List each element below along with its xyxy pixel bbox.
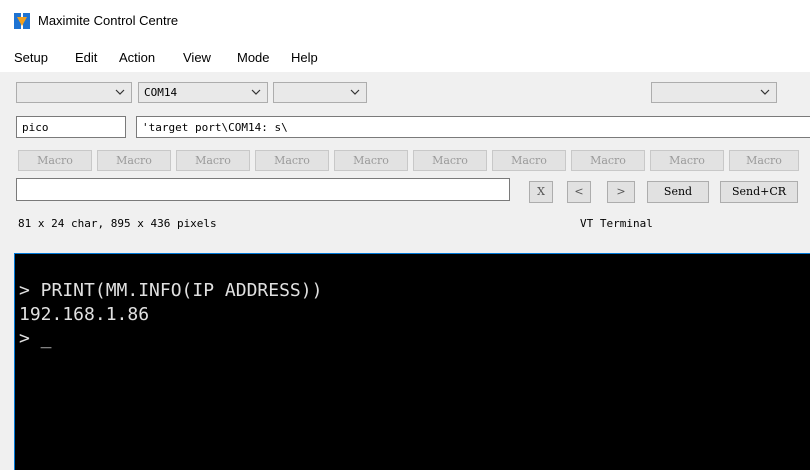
menu-mode[interactable]: Mode — [237, 50, 270, 65]
app-logo-icon — [14, 13, 30, 29]
terminal-line: > PRINT(MM.INFO(IP ADDRESS)) — [19, 280, 323, 301]
menu-setup[interactable]: Setup — [14, 50, 48, 65]
send-button[interactable]: Send — [647, 181, 709, 203]
window-title: Maximite Control Centre — [38, 13, 179, 28]
title-bar: Maximite Control Centre — [0, 0, 810, 42]
menu-view[interactable]: View — [183, 50, 211, 65]
terminal-mode-label: VT Terminal — [580, 217, 653, 230]
chevron-down-icon — [115, 89, 125, 95]
chevron-down-icon — [251, 89, 261, 95]
port-select[interactable]: COM14 — [138, 82, 268, 103]
terminal-size-label: 81 x 24 char, 895 x 436 pixels — [18, 217, 217, 230]
macro-button-2[interactable]: Macro — [97, 150, 171, 171]
history-next-button[interactable]: > — [607, 181, 635, 203]
history-prev-button[interactable]: < — [567, 181, 591, 203]
menu-action[interactable]: Action — [119, 50, 155, 65]
send-cr-button[interactable]: Send+CR — [720, 181, 798, 203]
menu-help[interactable]: Help — [291, 50, 318, 65]
clear-button[interactable]: X — [529, 181, 553, 203]
command-input[interactable] — [16, 178, 510, 201]
target-command-field[interactable]: 'target port\COM14: s\ — [136, 116, 810, 138]
macro-button-9[interactable]: Macro — [650, 150, 724, 171]
terminal-screen[interactable]: > PRINT(MM.INFO(IP ADDRESS)) 192.168.1.8… — [14, 253, 810, 470]
macro-button-1[interactable]: Macro — [18, 150, 92, 171]
chevron-down-icon — [760, 89, 770, 95]
macro-button-3[interactable]: Macro — [176, 150, 250, 171]
macro-button-5[interactable]: Macro — [334, 150, 408, 171]
terminal-line: 192.168.1.86 — [19, 304, 150, 325]
menu-bar: Setup Edit Action View Mode Help — [0, 42, 810, 73]
target-name-field[interactable]: pico — [16, 116, 126, 138]
macro-button-6[interactable]: Macro — [413, 150, 487, 171]
device-select[interactable] — [16, 82, 132, 103]
macro-button-10[interactable]: Macro — [729, 150, 799, 171]
chevron-down-icon — [350, 89, 360, 95]
macro-button-7[interactable]: Macro — [492, 150, 566, 171]
terminal-line: > _ — [19, 328, 52, 349]
macro-button-4[interactable]: Macro — [255, 150, 329, 171]
option-select[interactable] — [651, 82, 777, 103]
baud-select[interactable] — [273, 82, 367, 103]
menu-edit[interactable]: Edit — [75, 50, 97, 65]
macro-button-8[interactable]: Macro — [571, 150, 645, 171]
